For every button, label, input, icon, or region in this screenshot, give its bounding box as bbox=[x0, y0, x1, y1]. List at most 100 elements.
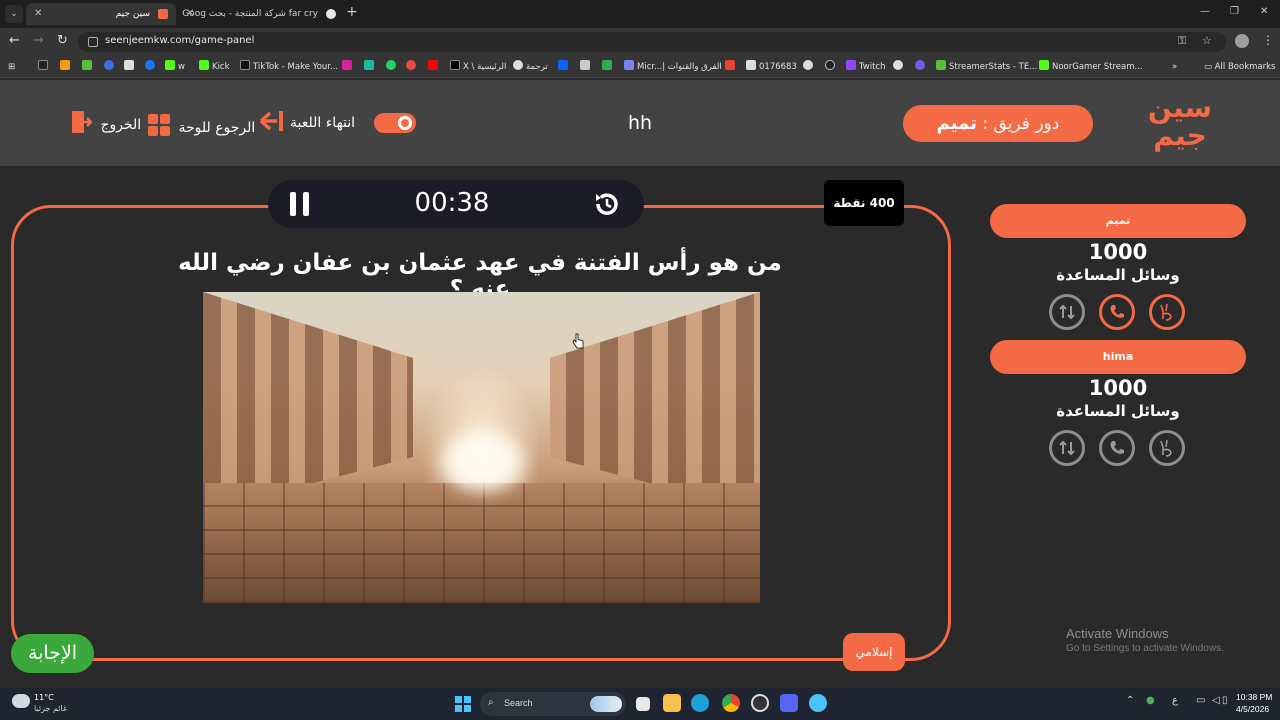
seenjeem-logo[interactable]: سين جيم bbox=[1140, 94, 1220, 154]
bookmark-w[interactable]: w bbox=[165, 60, 185, 74]
site-info-icon[interactable] bbox=[88, 37, 98, 47]
bookmark-streamerstats[interactable]: StreamerStats - TE... bbox=[936, 60, 1037, 74]
all-bookmarks[interactable]: ▭ All Bookmarks bbox=[1204, 60, 1275, 74]
tab-seenjeem[interactable]: سين جيم ✕ bbox=[26, 3, 176, 25]
url-field[interactable]: seenjeemkw.com/game-panel ⚿ ☆ bbox=[78, 32, 1226, 52]
bookmark-a-icon[interactable] bbox=[60, 60, 73, 74]
search-label: Search bbox=[504, 698, 533, 708]
bookmark-camera-icon[interactable] bbox=[124, 60, 137, 74]
tray-overflow-icon[interactable]: ⌃ bbox=[1126, 695, 1134, 706]
reload-icon[interactable]: ↻ bbox=[57, 33, 68, 48]
activate-windows-subtitle: Go to Settings to activate Windows. bbox=[1066, 643, 1224, 654]
clock-date[interactable]: 4/5/2026 bbox=[1236, 704, 1269, 714]
activate-windows-title: Activate Windows bbox=[1066, 626, 1169, 641]
turn-label: دور فريق : bbox=[982, 114, 1060, 134]
bookmark-green-icon[interactable] bbox=[364, 60, 377, 74]
bookmark-x[interactable]: X \ الرئيسية bbox=[450, 60, 506, 74]
team-2-name: hima bbox=[990, 340, 1246, 374]
bookmark-y-icon[interactable] bbox=[406, 60, 419, 74]
restart-timer-icon[interactable] bbox=[592, 189, 622, 219]
bookmark-stats-icon[interactable] bbox=[82, 60, 95, 74]
forward-icon[interactable]: → bbox=[33, 33, 44, 48]
browser-menu-icon[interactable]: ⋮ bbox=[1262, 33, 1274, 47]
team-turn-indicator: دور فريق : تميم bbox=[903, 105, 1093, 142]
toggle-knob bbox=[398, 116, 412, 130]
bookmark-r2-icon[interactable] bbox=[104, 60, 117, 74]
bookmark-noorgamer[interactable]: NoorGamer Stream... bbox=[1039, 60, 1143, 74]
tab-google-search[interactable]: far cry شركة المنتجة - بحث Goog ✕ bbox=[178, 3, 344, 25]
minimize-icon[interactable]: — bbox=[1200, 6, 1210, 17]
board-grid-icon bbox=[146, 114, 170, 145]
microphone-icon[interactable]: ● bbox=[1146, 695, 1155, 706]
end-game-button[interactable]: انتهاء اللعبة bbox=[290, 110, 355, 136]
bookmark-globe-icon[interactable] bbox=[893, 60, 906, 74]
bookmark-kick[interactable]: Kick bbox=[199, 60, 230, 74]
question-image bbox=[203, 292, 760, 603]
close-tab-icon[interactable]: ✕ bbox=[34, 3, 42, 25]
team-1-two-answers-icon[interactable] bbox=[1149, 294, 1185, 330]
team-1-phone-icon[interactable] bbox=[1099, 294, 1135, 330]
bookmarks-overflow-icon[interactable]: » bbox=[1172, 60, 1177, 74]
bookmark-o-icon[interactable] bbox=[825, 60, 838, 74]
clock-time[interactable]: 10:38 PM bbox=[1236, 692, 1272, 702]
bookmark-facebook-icon[interactable] bbox=[145, 60, 158, 74]
weather-description[interactable]: غائم جزئيا bbox=[34, 704, 67, 713]
bookmark-teams[interactable]: Micr...| الفرق والقنوات bbox=[624, 60, 722, 74]
task-view-icon[interactable] bbox=[636, 697, 650, 711]
obs-icon[interactable] bbox=[751, 694, 769, 712]
weather-cloud-icon[interactable] bbox=[12, 694, 30, 708]
tab-title: far cry شركة المنتجة - بحث Goog bbox=[182, 9, 318, 19]
end-game-toggle[interactable] bbox=[374, 113, 416, 133]
bookmark-twitch[interactable]: Twitch bbox=[846, 60, 886, 74]
chrome-icon[interactable] bbox=[722, 694, 740, 712]
bookmark-r-icon[interactable] bbox=[38, 60, 51, 74]
bookmark-drive-icon[interactable] bbox=[602, 60, 615, 74]
bookmark-star-icon[interactable]: ☆ bbox=[1202, 34, 1212, 47]
volume-icon[interactable]: ◁ bbox=[1212, 695, 1220, 706]
bookmark-play-icon[interactable] bbox=[580, 60, 593, 74]
language-indicator[interactable]: ع bbox=[1172, 695, 1178, 706]
new-tab-button[interactable]: + bbox=[346, 4, 358, 20]
weather-temperature[interactable]: 11°C bbox=[34, 693, 54, 702]
game-header: سين جيم دور فريق : تميم hh انتهاء اللعبة… bbox=[0, 80, 1280, 166]
bookmark-instagram-icon[interactable] bbox=[342, 60, 355, 74]
seenjeem-favicon bbox=[158, 9, 168, 19]
back-to-board-button[interactable]: الرجوع للوحة bbox=[146, 110, 285, 136]
file-explorer-icon[interactable] bbox=[663, 694, 681, 712]
turn-team-name: تميم bbox=[936, 113, 977, 134]
bookmark-tiktok[interactable]: TikTok - Make Your... bbox=[240, 60, 338, 74]
bookmark-gmail-icon[interactable] bbox=[725, 60, 738, 74]
discord-icon[interactable] bbox=[780, 694, 798, 712]
game-name: hh bbox=[627, 112, 653, 134]
bookmark-whatsapp-icon[interactable] bbox=[386, 60, 399, 74]
restore-icon[interactable]: ❐ bbox=[1230, 6, 1239, 17]
show-answer-button[interactable]: الإجابة bbox=[11, 634, 94, 673]
bookmark-purple-icon[interactable] bbox=[915, 60, 928, 74]
exit-button[interactable]: الخروج bbox=[68, 110, 141, 136]
team-2-swap-icon[interactable] bbox=[1049, 430, 1085, 466]
apps-grid-icon[interactable]: ⊞ bbox=[8, 60, 15, 74]
password-key-icon[interactable]: ⚿ bbox=[1178, 34, 1186, 48]
close-tab-icon[interactable]: ✕ bbox=[186, 3, 194, 25]
team-2-phone-icon[interactable] bbox=[1099, 430, 1135, 466]
team-2-two-answers-icon[interactable] bbox=[1149, 430, 1185, 466]
pause-icon[interactable] bbox=[290, 192, 310, 216]
bookmark-translate[interactable]: ترجمة bbox=[513, 60, 548, 74]
windows-start-icon[interactable] bbox=[455, 696, 471, 712]
battery-icon[interactable]: ▯ bbox=[1222, 695, 1228, 706]
bookmark-youtube-icon[interactable] bbox=[428, 60, 441, 74]
tab-search-button[interactable]: ⌄ bbox=[5, 5, 23, 23]
profile-avatar[interactable] bbox=[1235, 34, 1249, 48]
team-1-aids-label: وسائل المساعدة bbox=[1056, 266, 1180, 284]
taskbar-search[interactable]: ⌕ Search bbox=[480, 692, 626, 716]
bookmark-github-icon[interactable] bbox=[803, 60, 816, 74]
close-window-icon[interactable]: ✕ bbox=[1260, 6, 1268, 17]
network-icon[interactable]: ▭ bbox=[1196, 695, 1205, 706]
team-2-aids-label: وسائل المساعدة bbox=[1056, 402, 1180, 420]
bookmark-meta-icon[interactable] bbox=[558, 60, 571, 74]
team-1-swap-icon[interactable] bbox=[1049, 294, 1085, 330]
app-blue-icon[interactable] bbox=[809, 694, 827, 712]
edge-icon[interactable] bbox=[691, 694, 709, 712]
bookmark-0176683[interactable]: 0176683 bbox=[746, 60, 797, 74]
back-icon[interactable]: ← bbox=[9, 33, 20, 48]
